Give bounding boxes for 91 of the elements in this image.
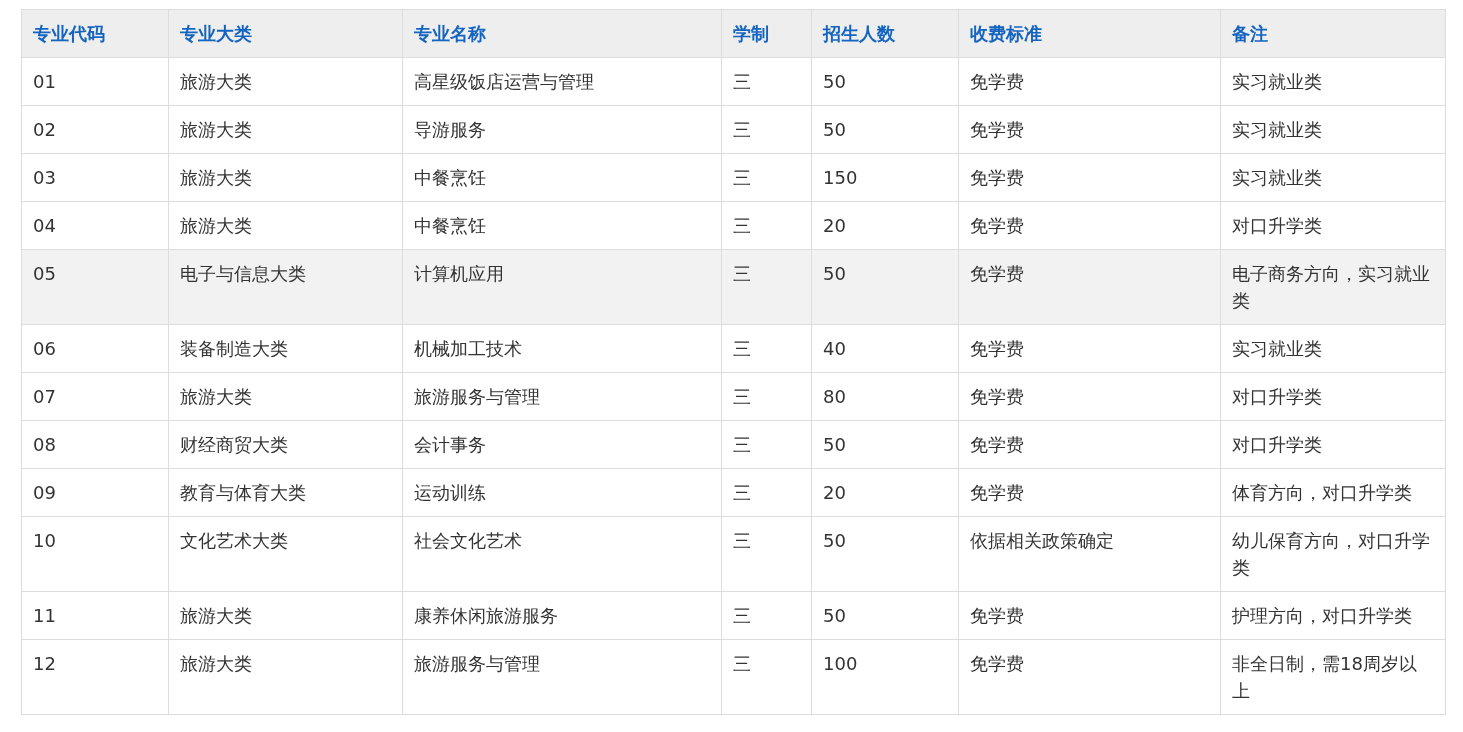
table-cell: 康养休闲旅游服务 <box>402 591 722 640</box>
table-cell: 三 <box>721 468 812 517</box>
table-cell: 中餐烹饪 <box>402 153 722 202</box>
table-cell: 旅游大类 <box>168 639 403 715</box>
table-cell: 免学费 <box>958 153 1221 202</box>
table-cell: 实习就业类 <box>1220 57 1446 106</box>
table-cell: 10 <box>21 516 169 592</box>
table-cell: 电子与信息大类 <box>168 249 403 325</box>
table-cell: 旅游服务与管理 <box>402 372 722 421</box>
table-cell: 三 <box>721 324 812 373</box>
table-cell: 12 <box>21 639 169 715</box>
table-cell: 电子商务方向，实习就业类 <box>1220 249 1446 325</box>
table-cell: 社会文化艺术 <box>402 516 722 592</box>
table-cell: 05 <box>21 249 169 325</box>
table-cell: 免学费 <box>958 591 1221 640</box>
table-cell: 旅游大类 <box>168 201 403 250</box>
table-cell: 09 <box>21 468 169 517</box>
table-cell: 运动训练 <box>402 468 722 517</box>
table-cell: 非全日制，需18周岁以上 <box>1220 639 1446 715</box>
table-cell: 免学费 <box>958 201 1221 250</box>
table-cell: 依据相关政策确定 <box>958 516 1221 592</box>
table-cell: 对口升学类 <box>1220 420 1446 469</box>
table-cell: 三 <box>721 153 812 202</box>
table-cell: 三 <box>721 105 812 154</box>
table-cell: 会计事务 <box>402 420 722 469</box>
table-cell: 护理方向，对口升学类 <box>1220 591 1446 640</box>
table-cell: 三 <box>721 420 812 469</box>
column-header: 招生人数 <box>811 9 959 58</box>
table-cell: 对口升学类 <box>1220 201 1446 250</box>
table-cell: 08 <box>21 420 169 469</box>
table-cell: 02 <box>21 105 169 154</box>
table-cell: 三 <box>721 372 812 421</box>
table-cell: 150 <box>811 153 959 202</box>
table-cell: 旅游大类 <box>168 57 403 106</box>
table-cell: 100 <box>811 639 959 715</box>
table-cell: 计算机应用 <box>402 249 722 325</box>
table-cell: 旅游服务与管理 <box>402 639 722 715</box>
table-cell: 三 <box>721 591 812 640</box>
column-header: 专业大类 <box>168 9 403 58</box>
table-cell: 实习就业类 <box>1220 324 1446 373</box>
table-cell: 实习就业类 <box>1220 105 1446 154</box>
table-cell: 三 <box>721 249 812 325</box>
table-cell: 免学费 <box>958 249 1221 325</box>
table-cell: 实习就业类 <box>1220 153 1446 202</box>
table-cell: 装备制造大类 <box>168 324 403 373</box>
table-cell: 教育与体育大类 <box>168 468 403 517</box>
table-cell: 40 <box>811 324 959 373</box>
table-cell: 导游服务 <box>402 105 722 154</box>
table-cell: 免学费 <box>958 372 1221 421</box>
column-header: 学制 <box>721 9 812 58</box>
table-cell: 20 <box>811 201 959 250</box>
table-cell: 07 <box>21 372 169 421</box>
table-cell: 财经商贸大类 <box>168 420 403 469</box>
table-cell: 50 <box>811 516 959 592</box>
table-cell: 50 <box>811 591 959 640</box>
table-cell: 50 <box>811 57 959 106</box>
table-cell: 体育方向，对口升学类 <box>1220 468 1446 517</box>
table-cell: 11 <box>21 591 169 640</box>
table-cell: 文化艺术大类 <box>168 516 403 592</box>
table-cell: 幼儿保育方向，对口升学类 <box>1220 516 1446 592</box>
table-cell: 免学费 <box>958 420 1221 469</box>
table-cell: 免学费 <box>958 639 1221 715</box>
column-header: 专业名称 <box>402 9 722 58</box>
table-cell: 50 <box>811 105 959 154</box>
table-cell: 三 <box>721 639 812 715</box>
table-cell: 对口升学类 <box>1220 372 1446 421</box>
table-cell: 免学费 <box>958 324 1221 373</box>
table-cell: 三 <box>721 201 812 250</box>
table-cell: 50 <box>811 420 959 469</box>
table-cell: 机械加工技术 <box>402 324 722 373</box>
table-cell: 04 <box>21 201 169 250</box>
table-cell: 中餐烹饪 <box>402 201 722 250</box>
column-header: 备注 <box>1220 9 1446 58</box>
table-cell: 三 <box>721 57 812 106</box>
column-header: 专业代码 <box>21 9 169 58</box>
table-cell: 03 <box>21 153 169 202</box>
table-cell: 20 <box>811 468 959 517</box>
table-cell: 01 <box>21 57 169 106</box>
table-cell: 旅游大类 <box>168 372 403 421</box>
table-cell: 旅游大类 <box>168 153 403 202</box>
table-cell: 高星级饭店运营与管理 <box>402 57 722 106</box>
table-cell: 50 <box>811 249 959 325</box>
column-header: 收费标准 <box>958 9 1221 58</box>
table-cell: 旅游大类 <box>168 591 403 640</box>
table-cell: 旅游大类 <box>168 105 403 154</box>
table-cell: 免学费 <box>958 468 1221 517</box>
table-cell: 80 <box>811 372 959 421</box>
table-cell: 免学费 <box>958 105 1221 154</box>
table-cell: 06 <box>21 324 169 373</box>
table-cell: 三 <box>721 516 812 592</box>
table-cell: 免学费 <box>958 57 1221 106</box>
